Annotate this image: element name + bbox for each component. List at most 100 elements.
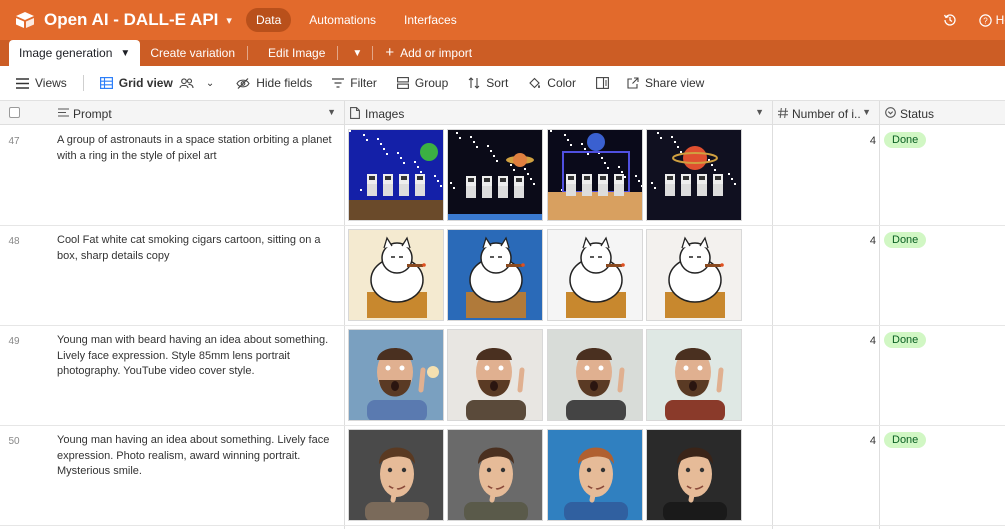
number-of-images-cell[interactable]: 4 bbox=[772, 335, 876, 347]
share-view-button[interactable]: Share view bbox=[627, 76, 704, 90]
base-title[interactable]: Open AI - DALL-E API bbox=[44, 10, 218, 30]
pixel-astronauts-image-2[interactable] bbox=[447, 129, 543, 221]
pixel-astronauts-image-1[interactable] bbox=[348, 129, 444, 221]
app-logo-icon[interactable] bbox=[14, 9, 36, 31]
prompt-column-chevron-down-icon[interactable]: ▼ bbox=[327, 107, 336, 117]
color-label: Color bbox=[547, 76, 576, 90]
table-row[interactable]: 47 A group of astronauts in a space stati… bbox=[0, 126, 1005, 226]
number-column-chevron-down-icon[interactable]: ▼ bbox=[862, 107, 871, 117]
row-number: 48 bbox=[8, 236, 20, 247]
tab-edit-image-label: Edit Image bbox=[268, 46, 326, 60]
hide-fields-button[interactable]: Hide fields bbox=[236, 76, 312, 90]
help-label: He bbox=[995, 13, 1005, 27]
cartoon-cat-image-2[interactable] bbox=[447, 229, 543, 321]
sort-icon bbox=[468, 77, 480, 89]
status-badge[interactable]: Done bbox=[884, 432, 927, 448]
bearded-man-photo-4[interactable] bbox=[646, 329, 742, 421]
add-or-import-label: Add or import bbox=[400, 46, 473, 60]
nav-automations[interactable]: Automations bbox=[299, 8, 386, 32]
prompt-cell[interactable]: Young man with beard having an idea abou… bbox=[57, 333, 339, 380]
tab-image-generation-label: Image generation bbox=[19, 46, 113, 60]
collaborators-icon bbox=[179, 77, 194, 88]
column-header-images[interactable]: Images ▼ bbox=[344, 101, 772, 125]
grid-view-chevron-down-icon[interactable]: ⌄ bbox=[206, 78, 214, 89]
prompt-cell[interactable]: Cool Fat white cat smoking cigars cartoo… bbox=[57, 233, 339, 264]
filter-label: Filter bbox=[350, 76, 377, 90]
tab-divider bbox=[247, 46, 249, 60]
tab-edit-image[interactable]: Edit Image bbox=[258, 40, 348, 66]
images-column-chevron-down-icon[interactable]: ▼ bbox=[755, 107, 764, 117]
table-row[interactable]: 50 Young man having an idea about somethi… bbox=[0, 426, 1005, 526]
row-height-button[interactable] bbox=[596, 77, 609, 89]
more-tables-chevron-down-icon[interactable]: ▼ bbox=[348, 40, 372, 66]
app-bar: Open AI - DALL-E API ▾ Data Automations … bbox=[0, 0, 1005, 40]
tab-create-variation[interactable]: Create variation bbox=[140, 40, 258, 66]
cartoon-cat-image-3[interactable] bbox=[547, 229, 643, 321]
row-number: 47 bbox=[8, 136, 20, 147]
share-icon bbox=[627, 77, 639, 89]
select-all-checkbox[interactable] bbox=[9, 107, 20, 118]
hide-fields-label: Hide fields bbox=[256, 76, 313, 90]
table-row[interactable]: 49 Young man with beard having an idea ab… bbox=[0, 326, 1005, 426]
pixel-astronauts-image-3[interactable] bbox=[547, 129, 643, 221]
bearded-man-photo-3[interactable] bbox=[547, 329, 643, 421]
table-row[interactable]: 48 Cool Fat white cat smoking cigars cart… bbox=[0, 226, 1005, 326]
filter-button[interactable]: Filter bbox=[332, 76, 377, 90]
history-icon[interactable] bbox=[943, 13, 957, 27]
column-header-status[interactable]: Status bbox=[879, 101, 1005, 125]
column-header-prompt[interactable]: Prompt ▼ bbox=[0, 101, 344, 125]
cartoon-cat-image-4[interactable] bbox=[646, 229, 742, 321]
color-button[interactable]: Color bbox=[528, 76, 576, 90]
young-man-portrait-1[interactable] bbox=[348, 429, 444, 521]
view-toolbar: Views Grid view ⌄ Hide fields Filter Gro… bbox=[0, 66, 1005, 101]
column-header-prompt-label: Prompt bbox=[73, 107, 112, 121]
young-man-portrait-2[interactable] bbox=[447, 429, 543, 521]
bearded-man-photo-1[interactable] bbox=[348, 329, 444, 421]
tab-chevron-down-icon[interactable]: ▼ bbox=[120, 48, 130, 59]
nav-data[interactable]: Data bbox=[245, 8, 292, 32]
grid-view-label: Grid view bbox=[118, 76, 173, 90]
number-field-icon bbox=[778, 108, 788, 118]
tab-image-generation[interactable]: Image generation ▼ bbox=[9, 40, 141, 66]
plus-icon: + bbox=[385, 44, 395, 61]
pixel-astronauts-image-4[interactable] bbox=[646, 129, 742, 221]
row-number: 50 bbox=[8, 436, 20, 447]
number-of-images-cell[interactable]: 4 bbox=[772, 235, 876, 247]
attachment-file-icon bbox=[350, 107, 360, 119]
column-header-number-of-images[interactable]: Number of i... ▼ bbox=[772, 101, 879, 125]
views-label: Views bbox=[35, 76, 67, 90]
table-tabs-bar: Image generation ▼ Create variation Edit… bbox=[0, 40, 1005, 66]
group-label: Group bbox=[414, 76, 449, 90]
help-button[interactable]: ? He bbox=[978, 13, 1005, 27]
young-man-portrait-3[interactable] bbox=[547, 429, 643, 521]
bearded-man-photo-2[interactable] bbox=[447, 329, 543, 421]
grid-view-button[interactable]: Grid view ⌄ bbox=[99, 76, 214, 90]
young-man-portrait-4[interactable] bbox=[646, 429, 742, 521]
cartoon-cat-image-1[interactable] bbox=[348, 229, 444, 321]
group-button[interactable]: Group bbox=[396, 76, 449, 90]
records-grid: Prompt ▼ Images ▼ Number of i... ▼ Statu… bbox=[0, 101, 1005, 529]
number-of-images-cell[interactable]: 4 bbox=[772, 135, 876, 147]
row-number: 49 bbox=[8, 336, 20, 347]
prompt-cell[interactable]: A group of astronauts in a space station… bbox=[57, 133, 339, 164]
sort-button[interactable]: Sort bbox=[468, 76, 508, 90]
tab-create-variation-label: Create variation bbox=[150, 46, 236, 60]
eye-slash-icon bbox=[236, 77, 250, 89]
sort-label: Sort bbox=[486, 76, 509, 90]
long-text-icon bbox=[58, 108, 69, 117]
column-header-images-label: Images bbox=[365, 107, 405, 121]
svg-text:?: ? bbox=[983, 16, 988, 25]
base-title-chevron-down-icon[interactable]: ▾ bbox=[226, 14, 232, 27]
group-icon bbox=[396, 77, 409, 89]
status-badge[interactable]: Done bbox=[884, 332, 927, 348]
filter-icon bbox=[332, 78, 345, 88]
status-badge[interactable]: Done bbox=[884, 232, 927, 248]
grid-icon bbox=[99, 77, 113, 89]
status-badge[interactable]: Done bbox=[884, 132, 927, 148]
number-of-images-cell[interactable]: 4 bbox=[772, 435, 876, 447]
nav-interfaces[interactable]: Interfaces bbox=[394, 8, 467, 32]
prompt-cell[interactable]: Young man having an idea about something… bbox=[57, 433, 339, 480]
column-header-number-label: Number of i... bbox=[792, 107, 860, 121]
add-or-import-button[interactable]: + Add or import bbox=[373, 40, 472, 66]
views-button[interactable]: Views bbox=[16, 76, 67, 90]
